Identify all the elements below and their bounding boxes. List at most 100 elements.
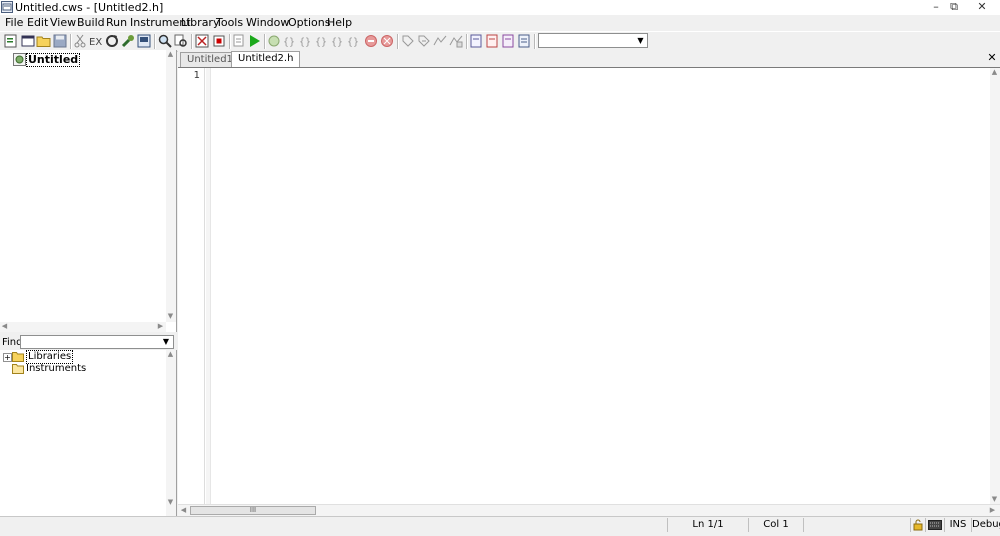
edit-function-panel-button[interactable] <box>516 33 532 49</box>
scroll-right-icon[interactable]: ▶ <box>156 322 165 331</box>
find-combo[interactable]: ▼ <box>20 335 174 349</box>
menu-build[interactable]: Build <box>77 16 105 30</box>
scroll-right-icon[interactable]: ▶ <box>988 506 997 515</box>
panel-button[interactable] <box>136 33 152 49</box>
scroll-left-icon[interactable]: ◀ <box>179 506 188 515</box>
workspace-icon <box>13 53 26 66</box>
horizontal-scroll-thumb[interactable]: III <box>190 506 316 515</box>
step-into-button[interactable]: {} <box>298 33 314 49</box>
configuration-combo[interactable]: ▼ <box>538 33 648 48</box>
tab-untitled2-h[interactable]: Untitled2.h <box>231 51 301 68</box>
breakpoint-icon <box>381 35 393 47</box>
status-empty-cell <box>803 518 910 532</box>
library-vertical-scrollbar[interactable]: ▲ ▼ <box>166 350 176 516</box>
editor-vertical-scrollbar[interactable]: ▲ ▼ <box>990 68 1000 505</box>
stop-button[interactable] <box>211 33 227 49</box>
window-title: Untitled.cws - [Untitled2.h] <box>15 1 164 14</box>
chevron-down-icon[interactable]: ▼ <box>635 35 646 46</box>
scroll-down-icon[interactable]: ▼ <box>166 312 175 321</box>
prev-tag-icon <box>433 35 447 46</box>
close-tab-icon[interactable]: ✕ <box>986 52 998 64</box>
terminate-button[interactable] <box>363 33 379 49</box>
workspace-tree-panel: Untitled ▲ ▼ ◀ ▶ <box>0 50 177 332</box>
menu-library[interactable]: Library <box>181 16 219 30</box>
cut-button[interactable] <box>72 33 88 49</box>
open-workspace-button[interactable] <box>20 33 36 49</box>
status-column: Col 1 <box>748 518 803 532</box>
edit-uir-button[interactable] <box>500 33 516 49</box>
function-panel-icon <box>518 34 530 48</box>
library-tree-label: Libraries <box>26 350 74 364</box>
restore-icon: ⧉ <box>950 0 958 13</box>
refresh-button[interactable] <box>104 33 120 49</box>
tree-vertical-scrollbar[interactable]: ▲ ▼ <box>166 50 176 322</box>
close-icon: ✕ <box>977 0 987 13</box>
library-tree-item-instruments[interactable]: Instruments <box>2 363 172 375</box>
step-out-button[interactable]: {} <box>314 33 330 49</box>
menu-tools[interactable]: Tools <box>216 16 243 30</box>
restore-button[interactable]: ⧉ <box>944 0 964 14</box>
continue-icon: {} <box>331 37 343 48</box>
open-file-button[interactable] <box>36 33 52 49</box>
expand-icon[interactable]: + <box>3 353 12 362</box>
clear-tags-icon <box>449 35 463 48</box>
scroll-up-icon[interactable]: ▲ <box>166 50 175 59</box>
cut-icon <box>74 34 86 48</box>
go-button[interactable] <box>266 33 282 49</box>
scroll-up-icon[interactable]: ▲ <box>166 350 175 359</box>
new-project-button[interactable] <box>3 33 19 49</box>
svg-text:EX: EX <box>89 37 102 48</box>
menu-help[interactable]: Help <box>327 16 352 30</box>
breakpoint-button[interactable] <box>379 33 395 49</box>
save-button[interactable] <box>52 33 68 49</box>
continue-button[interactable]: {} <box>330 33 346 49</box>
folder-open-icon <box>36 36 51 47</box>
library-tree-item-libraries[interactable]: + Libraries <box>2 350 172 364</box>
menu-run[interactable]: Run <box>106 16 127 30</box>
menu-window[interactable]: Window <box>246 16 289 30</box>
debug-project-button[interactable] <box>231 33 247 49</box>
tree-horizontal-scrollbar[interactable]: ◀ ▶ <box>0 322 166 332</box>
toggle-tag-button[interactable] <box>400 33 416 49</box>
find-bar: Find ▼ <box>0 334 176 350</box>
menu-view[interactable]: View <box>50 16 76 30</box>
header-file-icon <box>486 34 498 48</box>
minimize-icon: – <box>933 0 939 13</box>
svg-text:{}: {} <box>347 37 359 48</box>
scroll-left-icon[interactable]: ◀ <box>0 322 9 331</box>
menu-options[interactable]: Options <box>288 16 330 30</box>
finish-function-button[interactable]: {} <box>346 33 362 49</box>
tools-button[interactable] <box>120 33 136 49</box>
build-button[interactable] <box>194 33 210 49</box>
minimize-button[interactable]: – <box>926 0 946 14</box>
window-icon <box>21 35 35 47</box>
scroll-down-icon[interactable]: ▼ <box>990 495 999 504</box>
edit-source-button[interactable] <box>468 33 484 49</box>
next-tag-button[interactable] <box>416 33 432 49</box>
toolbar-separator <box>191 34 193 49</box>
close-window-button[interactable]: ✕ <box>972 0 992 14</box>
toolbar: EX {} {} {} {} {} ▼ <box>0 31 1000 52</box>
clear-tags-button[interactable] <box>448 33 464 49</box>
code-editor[interactable]: 1 ▲ ▼ <box>178 67 1000 505</box>
step-over-button[interactable]: {} <box>282 33 298 49</box>
scroll-down-icon[interactable]: ▼ <box>166 498 175 507</box>
edit-header-button[interactable] <box>484 33 500 49</box>
line-number: 1 <box>193 70 200 81</box>
find-button[interactable] <box>157 33 173 49</box>
chevron-down-icon[interactable]: ▼ <box>160 336 172 348</box>
exit-function-button[interactable]: EX <box>88 33 104 49</box>
toolbar-separator <box>397 34 399 49</box>
find-in-files-button[interactable] <box>173 33 189 49</box>
status-bar: Ln 1/1 Col 1 INS Debug <box>0 516 1000 533</box>
scroll-up-icon[interactable]: ▲ <box>990 68 999 77</box>
run-button[interactable] <box>246 33 262 49</box>
toolbar-separator <box>154 34 156 49</box>
step-over-icon: {} <box>283 37 295 48</box>
menu-file[interactable]: File <box>5 16 23 30</box>
menu-edit[interactable]: Edit <box>27 16 48 30</box>
tag-icon <box>402 35 414 47</box>
function-icon: EX <box>89 37 102 48</box>
menu-bar: File Edit View Build Run Instrument Libr… <box>0 15 1000 30</box>
prev-tag-button[interactable] <box>432 33 448 49</box>
